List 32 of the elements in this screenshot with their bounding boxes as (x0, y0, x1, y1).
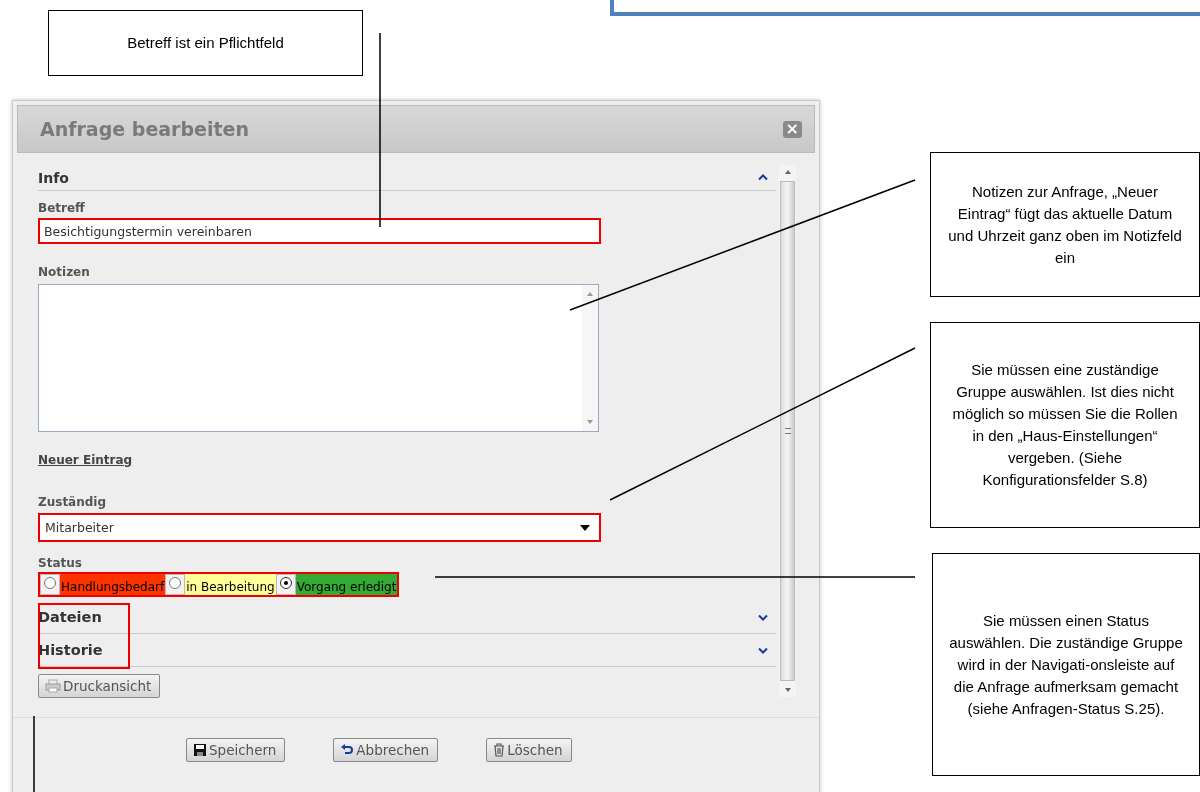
callout-text: Sie müssen einen Status auswählen. Die zuständige Gruppe wird in der Navigati-onsleiste auf die Anfrage aufmerksam gemacht (siehe Anfragen-Status S.25). (948, 610, 1184, 719)
field-label: Notizen (38, 265, 91, 279)
callout-text: Betreff ist ein Pflichtfeld (127, 33, 284, 53)
section-header[interactable]: Dateien (38, 601, 776, 634)
caret-icon (580, 524, 590, 531)
save-button[interactable]: Speichern (186, 738, 286, 762)
trash-icon (493, 743, 506, 757)
subject-input[interactable]: Besichtigungstermin vereinbaren (38, 218, 601, 244)
radio-button[interactable] (169, 577, 182, 589)
group-dropdown[interactable]: Mitarbeiter (38, 513, 601, 542)
new-entry-link[interactable]: Neuer Eintrag (38, 453, 133, 467)
callout-text: Notizen zur Anfrage, „Neuer Eintrag“ fügt das aktuelle Datum und Uhrzeit ganz oben im Notizfeld ein (947, 181, 1183, 268)
status-option[interactable]: in Bearbeitung (185, 574, 276, 595)
field-label: Status (38, 556, 83, 570)
field-label: Betreff (38, 201, 86, 215)
radio-button[interactable] (44, 577, 56, 589)
dialog-title: Anfrage bearbeiten (40, 118, 249, 140)
chevron-down-icon (758, 613, 768, 621)
status-option[interactable]: Vorgang erledigt (295, 574, 398, 595)
radio-button[interactable] (279, 577, 292, 589)
delete-button[interactable]: Löschen (486, 738, 572, 762)
printer-icon (45, 679, 61, 693)
chevron-up-icon (758, 174, 768, 181)
callout-text: Sie müssen eine zuständige Gruppe auswählen. Ist dies nicht möglich so müssen Sie die Rollen in den „Haus-Einstellungen“ vergeben. (Siehe Konfigurationsfelder S.8) (951, 360, 1179, 490)
section-header[interactable]: Historie (38, 634, 776, 667)
undo-button[interactable]: Abbrechen (333, 738, 439, 762)
print-preview-button[interactable]: Druckansicht (38, 674, 161, 698)
status-option[interactable]: Handlungsbedarf (60, 574, 166, 595)
field-label: Zuständig (38, 495, 108, 509)
undo-icon (340, 744, 355, 756)
section-header[interactable]: Info (38, 165, 776, 191)
chevron-down-icon (758, 646, 768, 654)
